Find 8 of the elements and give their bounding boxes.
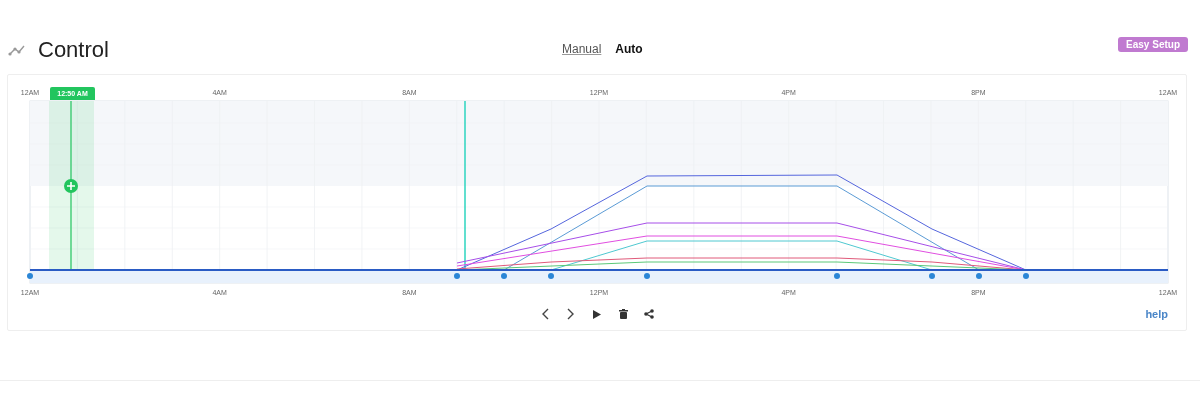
mode-tab[interactable]: Manual	[562, 42, 602, 56]
page-title: Control	[38, 37, 109, 63]
line-chart-icon	[8, 44, 26, 56]
help-link[interactable]: help	[1145, 308, 1168, 320]
play-button[interactable]	[590, 307, 604, 321]
delete-button[interactable]	[616, 307, 630, 321]
share-button[interactable]	[642, 307, 656, 321]
mode-tab[interactable]: Auto	[615, 42, 643, 56]
